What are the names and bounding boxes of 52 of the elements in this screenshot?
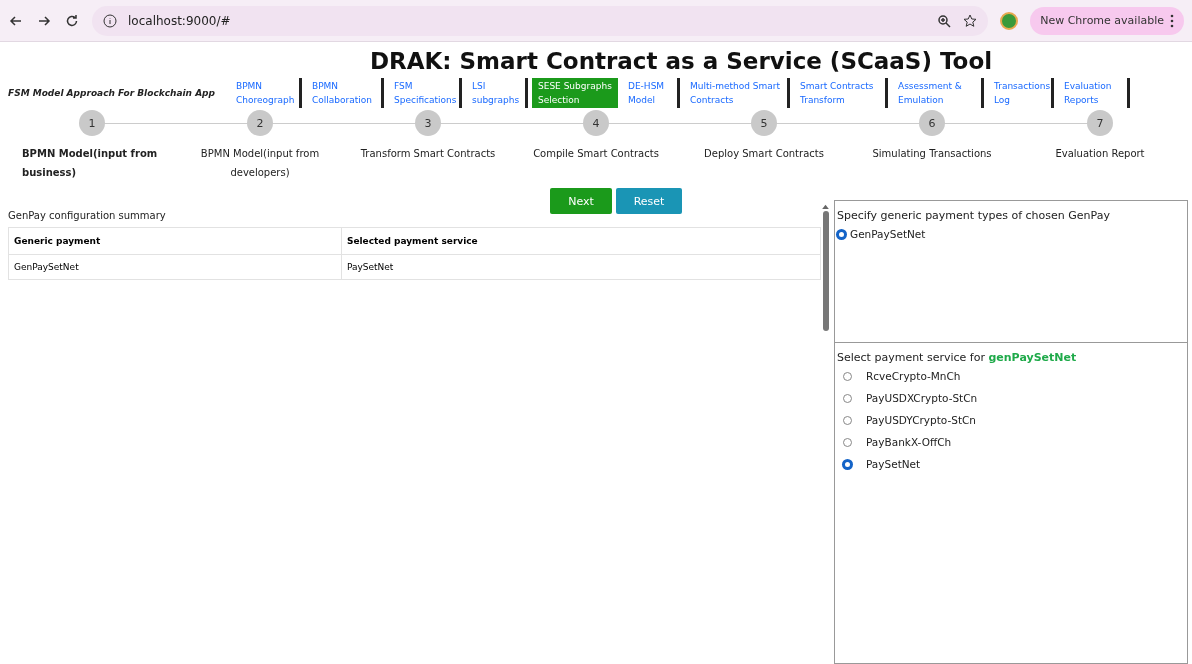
step-circle: 7 <box>1087 110 1113 136</box>
generic-types-title: Specify generic payment types of chosen GenPay <box>837 209 1111 222</box>
nav-tab[interactable]: SESE Subgraphs Selection <box>532 78 618 108</box>
summary-title: GenPay configuration summary <box>8 210 167 221</box>
service-title: Select payment service for genPaySetNet <box>837 351 1078 364</box>
address-bar[interactable]: localhost:9000/# <box>92 5 989 36</box>
column-header: Generic payment <box>8 227 342 255</box>
nav-tab[interactable]: Transactions Log <box>988 78 1054 108</box>
star-icon[interactable] <box>962 12 979 29</box>
step-label: BPMN Model(input from developers) <box>199 147 321 180</box>
nav-tab[interactable]: DE-HSM Model <box>622 78 680 108</box>
more-icon <box>1170 12 1174 29</box>
step-label: Compile Smart Contracts <box>532 147 660 161</box>
nav-tab[interactable]: Evaluation Reports <box>1058 78 1130 108</box>
step-circle: 3 <box>415 110 441 136</box>
radio-option[interactable]: PayBankX-OffCh <box>843 436 1185 448</box>
column-header: Selected payment service <box>341 227 821 255</box>
radio-option[interactable]: PayUSDYCrypto-StCn <box>843 414 1185 426</box>
page-title: DRAK: Smart Contract as a Service (SCaaS) Tool <box>368 47 994 76</box>
step-label: Transform Smart Contracts <box>359 147 497 161</box>
nav-tab[interactable]: Smart Contracts Transform <box>794 78 888 108</box>
next-button[interactable]: Next <box>550 188 612 214</box>
reset-button[interactable]: Reset <box>616 188 682 214</box>
zoom-icon[interactable] <box>936 12 953 29</box>
radio-option[interactable]: RcveCrypto-MnCh <box>843 370 1185 382</box>
radio-option[interactable]: GenPaySetNet <box>837 228 1185 240</box>
nav-tab[interactable]: FSM Specifications <box>388 78 462 108</box>
scroll-up-icon[interactable] <box>822 204 829 209</box>
step-circle: 6 <box>919 110 945 136</box>
info-icon[interactable] <box>102 12 118 29</box>
step-circle: 5 <box>751 110 777 136</box>
brand-label: FSM Model Approach For Blockchain App <box>8 88 216 98</box>
nav-tab[interactable]: Assessment & Emulation <box>892 78 984 108</box>
step-label: Simulating Transactions <box>871 147 993 161</box>
nav-tab[interactable]: Multi-method Smart Contracts <box>684 78 790 108</box>
step-label: BPMN Model(input from business) <box>22 147 159 180</box>
table-cell: GenPaySetNet <box>8 254 342 280</box>
nav-tab[interactable]: LSI subgraphs <box>466 78 528 108</box>
nav-tab[interactable]: BPMN Collaboration <box>306 78 384 108</box>
step-circle: 2 <box>247 110 273 136</box>
update-button[interactable]: New Chrome available <box>1030 6 1184 35</box>
step-circle: 1 <box>79 110 105 136</box>
step-label: Evaluation Report <box>1054 147 1146 161</box>
profile-avatar[interactable] <box>1000 11 1019 30</box>
nav-tab[interactable]: BPMN Choreograph <box>230 78 302 108</box>
table-cell: PaySetNet <box>341 254 821 280</box>
step-circle: 4 <box>583 110 609 136</box>
radio-option[interactable]: PaySetNet <box>843 458 1185 470</box>
radio-option[interactable]: PayUSDXCrypto-StCn <box>843 392 1185 404</box>
scrollbar-thumb[interactable] <box>822 211 829 331</box>
reload-icon[interactable] <box>64 12 80 29</box>
step-label: Deploy Smart Contracts <box>703 147 825 161</box>
